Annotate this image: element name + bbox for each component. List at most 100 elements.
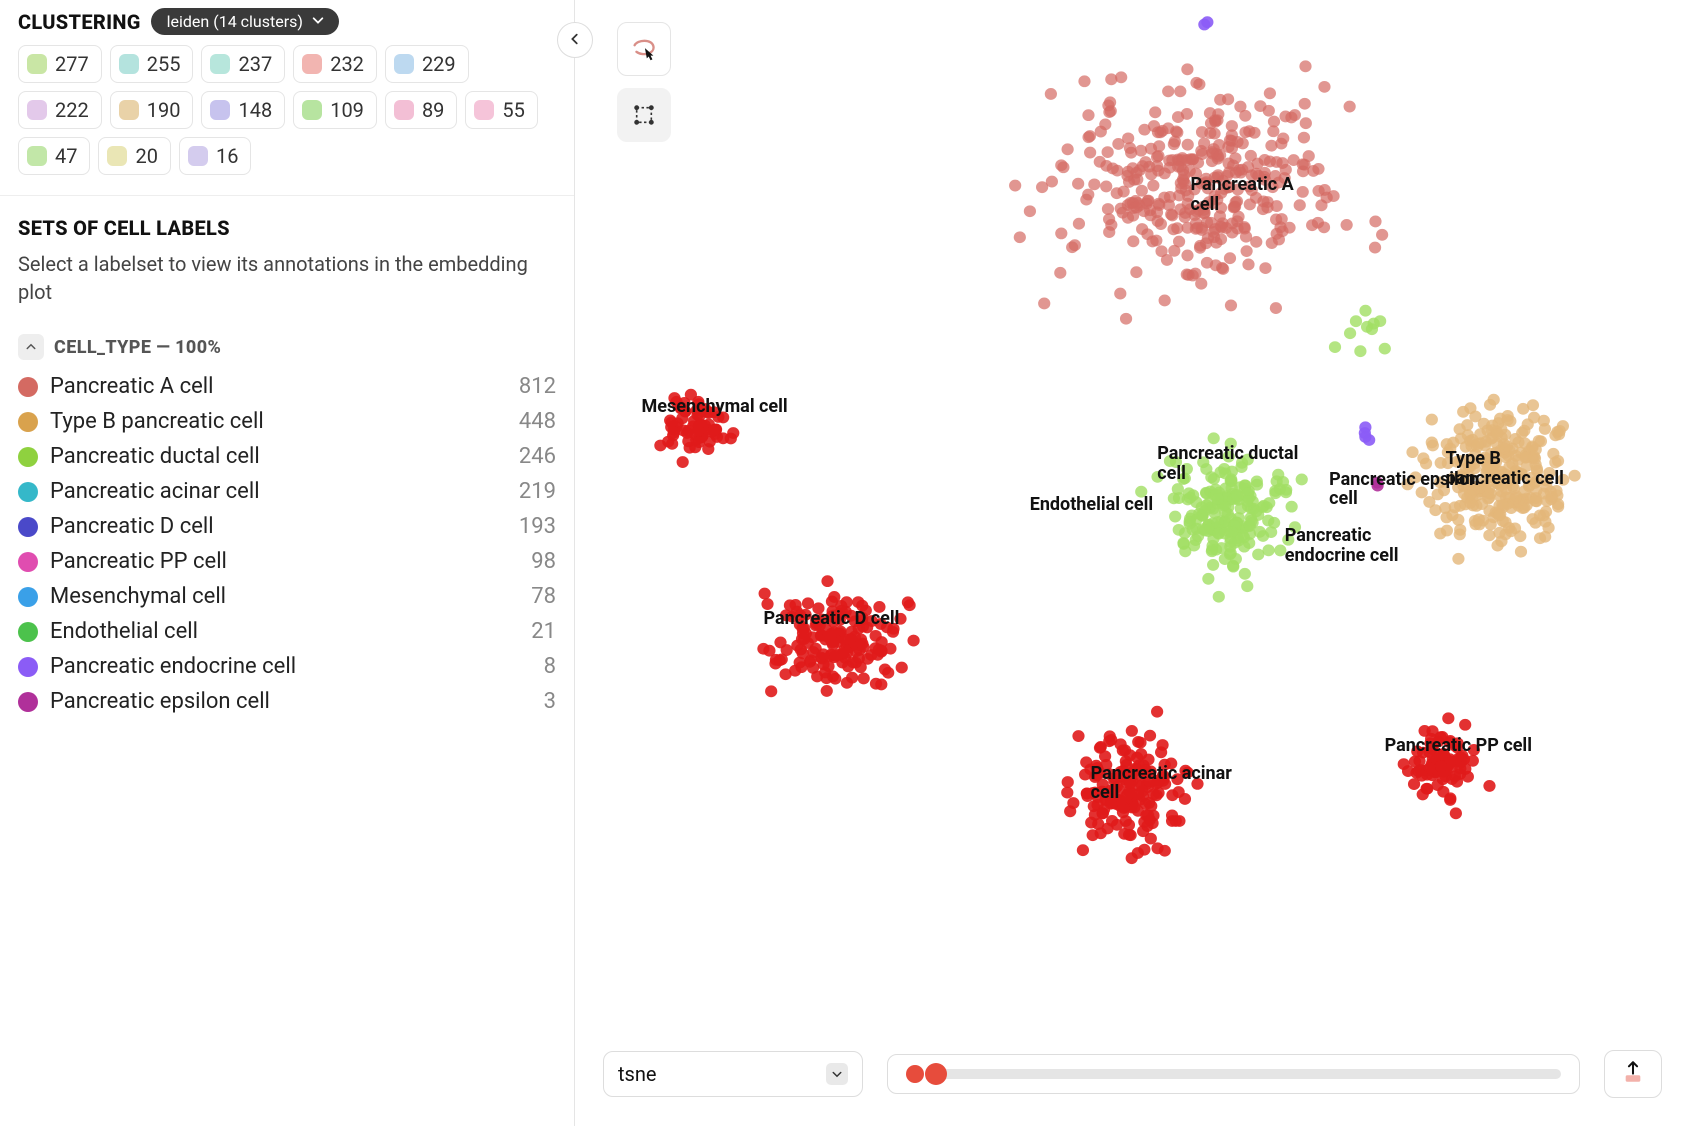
chip-swatch	[119, 100, 139, 120]
cluster-chip[interactable]: 109	[293, 91, 377, 129]
label-name: Pancreatic endocrine cell	[50, 654, 296, 679]
upload-button[interactable]	[1604, 1050, 1662, 1098]
label-count: 8	[544, 654, 556, 679]
label-count: 812	[519, 374, 556, 399]
label-list: Pancreatic A cell 812 Type B pancreatic …	[18, 374, 556, 714]
cluster-chip[interactable]: 232	[293, 45, 377, 83]
chevron-left-icon	[568, 31, 582, 50]
sidebar: CLUSTERING leiden (14 clusters) 277 255 …	[0, 0, 575, 1126]
chip-count: 20	[135, 144, 157, 168]
label-row[interactable]: Mesenchymal cell 78	[18, 584, 556, 609]
cluster-chip[interactable]: 237	[201, 45, 285, 83]
cluster-chip[interactable]: 255	[110, 45, 194, 83]
chip-count: 89	[422, 98, 444, 122]
label-color-dot	[18, 482, 38, 502]
labelset-title: CELL_TYPE — 100%	[54, 337, 221, 358]
label-name: Type B pancreatic cell	[50, 409, 264, 434]
label-color-dot	[18, 692, 38, 712]
label-count: 193	[519, 514, 556, 539]
clustering-selector[interactable]: leiden (14 clusters)	[151, 8, 339, 35]
slider-thumb[interactable]	[925, 1063, 947, 1085]
chevron-down-icon	[826, 1063, 848, 1085]
chip-swatch	[394, 54, 414, 74]
cluster-chip[interactable]: 16	[179, 137, 251, 175]
label-row[interactable]: Type B pancreatic cell 448	[18, 409, 556, 434]
label-row[interactable]: Pancreatic PP cell 98	[18, 549, 556, 574]
chip-swatch	[210, 100, 230, 120]
chip-count: 55	[502, 98, 524, 122]
chip-count: 222	[55, 98, 89, 122]
clustering-title: CLUSTERING	[18, 10, 141, 34]
cluster-chip[interactable]: 20	[98, 137, 170, 175]
chip-count: 229	[422, 52, 456, 76]
chip-swatch	[27, 54, 47, 74]
label-row[interactable]: Pancreatic A cell 812	[18, 374, 556, 399]
label-color-dot	[18, 447, 38, 467]
chip-swatch	[302, 54, 322, 74]
labelsets-title: SETS OF CELL LABELS	[18, 216, 556, 240]
label-row[interactable]: Endothelial cell 21	[18, 619, 556, 644]
label-name: Pancreatic ductal cell	[50, 444, 260, 469]
label-count: 21	[531, 619, 556, 644]
main-panel: Pancreatic AcellMesenchymal cellPancreat…	[575, 0, 1684, 1126]
label-name: Pancreatic D cell	[50, 514, 214, 539]
scatter-canvas[interactable]	[575, 0, 1684, 1032]
tool-rail	[617, 22, 671, 142]
chip-count: 277	[55, 52, 89, 76]
box-select-tool[interactable]	[617, 88, 671, 142]
cluster-chip[interactable]: 229	[385, 45, 469, 83]
label-count: 78	[531, 584, 556, 609]
chip-swatch	[27, 100, 47, 120]
label-count: 448	[519, 409, 556, 434]
cluster-chip[interactable]: 190	[110, 91, 194, 129]
label-color-dot	[18, 622, 38, 642]
chip-count: 16	[216, 144, 238, 168]
cluster-chip[interactable]: 89	[385, 91, 457, 129]
chip-count: 232	[330, 52, 364, 76]
cluster-chip[interactable]: 222	[18, 91, 102, 129]
label-row[interactable]: Pancreatic acinar cell 219	[18, 479, 556, 504]
cluster-chip[interactable]: 47	[18, 137, 90, 175]
label-row[interactable]: Pancreatic endocrine cell 8	[18, 654, 556, 679]
label-name: Pancreatic acinar cell	[50, 479, 260, 504]
chip-count: 109	[330, 98, 364, 122]
chip-swatch	[188, 146, 208, 166]
label-row[interactable]: Pancreatic D cell 193	[18, 514, 556, 539]
chip-swatch	[107, 146, 127, 166]
label-color-dot	[18, 657, 38, 677]
embedding-plot[interactable]: Pancreatic AcellMesenchymal cellPancreat…	[575, 0, 1684, 1032]
chip-count: 47	[55, 144, 77, 168]
label-name: Mesenchymal cell	[50, 584, 226, 609]
label-name: Pancreatic PP cell	[50, 549, 227, 574]
label-color-dot	[18, 587, 38, 607]
label-count: 219	[519, 479, 556, 504]
chip-swatch	[302, 100, 322, 120]
chip-swatch	[210, 54, 230, 74]
label-row[interactable]: Pancreatic ductal cell 246	[18, 444, 556, 469]
label-count: 98	[531, 549, 556, 574]
chevron-down-icon	[311, 12, 325, 31]
chip-count: 237	[238, 52, 272, 76]
cluster-chip[interactable]: 277	[18, 45, 102, 83]
collapse-sidebar-button[interactable]	[557, 22, 593, 58]
labelset-collapse-button[interactable]	[18, 334, 44, 360]
chip-count: 190	[147, 98, 181, 122]
point-size-slider[interactable]	[887, 1054, 1580, 1094]
label-color-dot	[18, 517, 38, 537]
upload-icon	[1620, 1059, 1646, 1089]
embedding-selector[interactable]: tsne	[603, 1051, 863, 1097]
chevron-up-icon	[25, 338, 37, 357]
label-count: 3	[544, 689, 556, 714]
chip-count: 148	[238, 98, 272, 122]
slider-track[interactable]	[936, 1069, 1561, 1079]
chip-swatch	[27, 146, 47, 166]
cluster-chip[interactable]: 55	[465, 91, 537, 129]
label-row[interactable]: Pancreatic epsilon cell 3	[18, 689, 556, 714]
lasso-select-tool[interactable]	[617, 22, 671, 76]
chip-swatch	[119, 54, 139, 74]
chip-swatch	[474, 100, 494, 120]
cluster-chip-list: 277 255 237 232 229 222 190 148 109 89 5…	[18, 45, 556, 175]
cluster-chip[interactable]: 148	[201, 91, 285, 129]
chip-count: 255	[147, 52, 181, 76]
embedding-selector-label: tsne	[618, 1062, 657, 1086]
